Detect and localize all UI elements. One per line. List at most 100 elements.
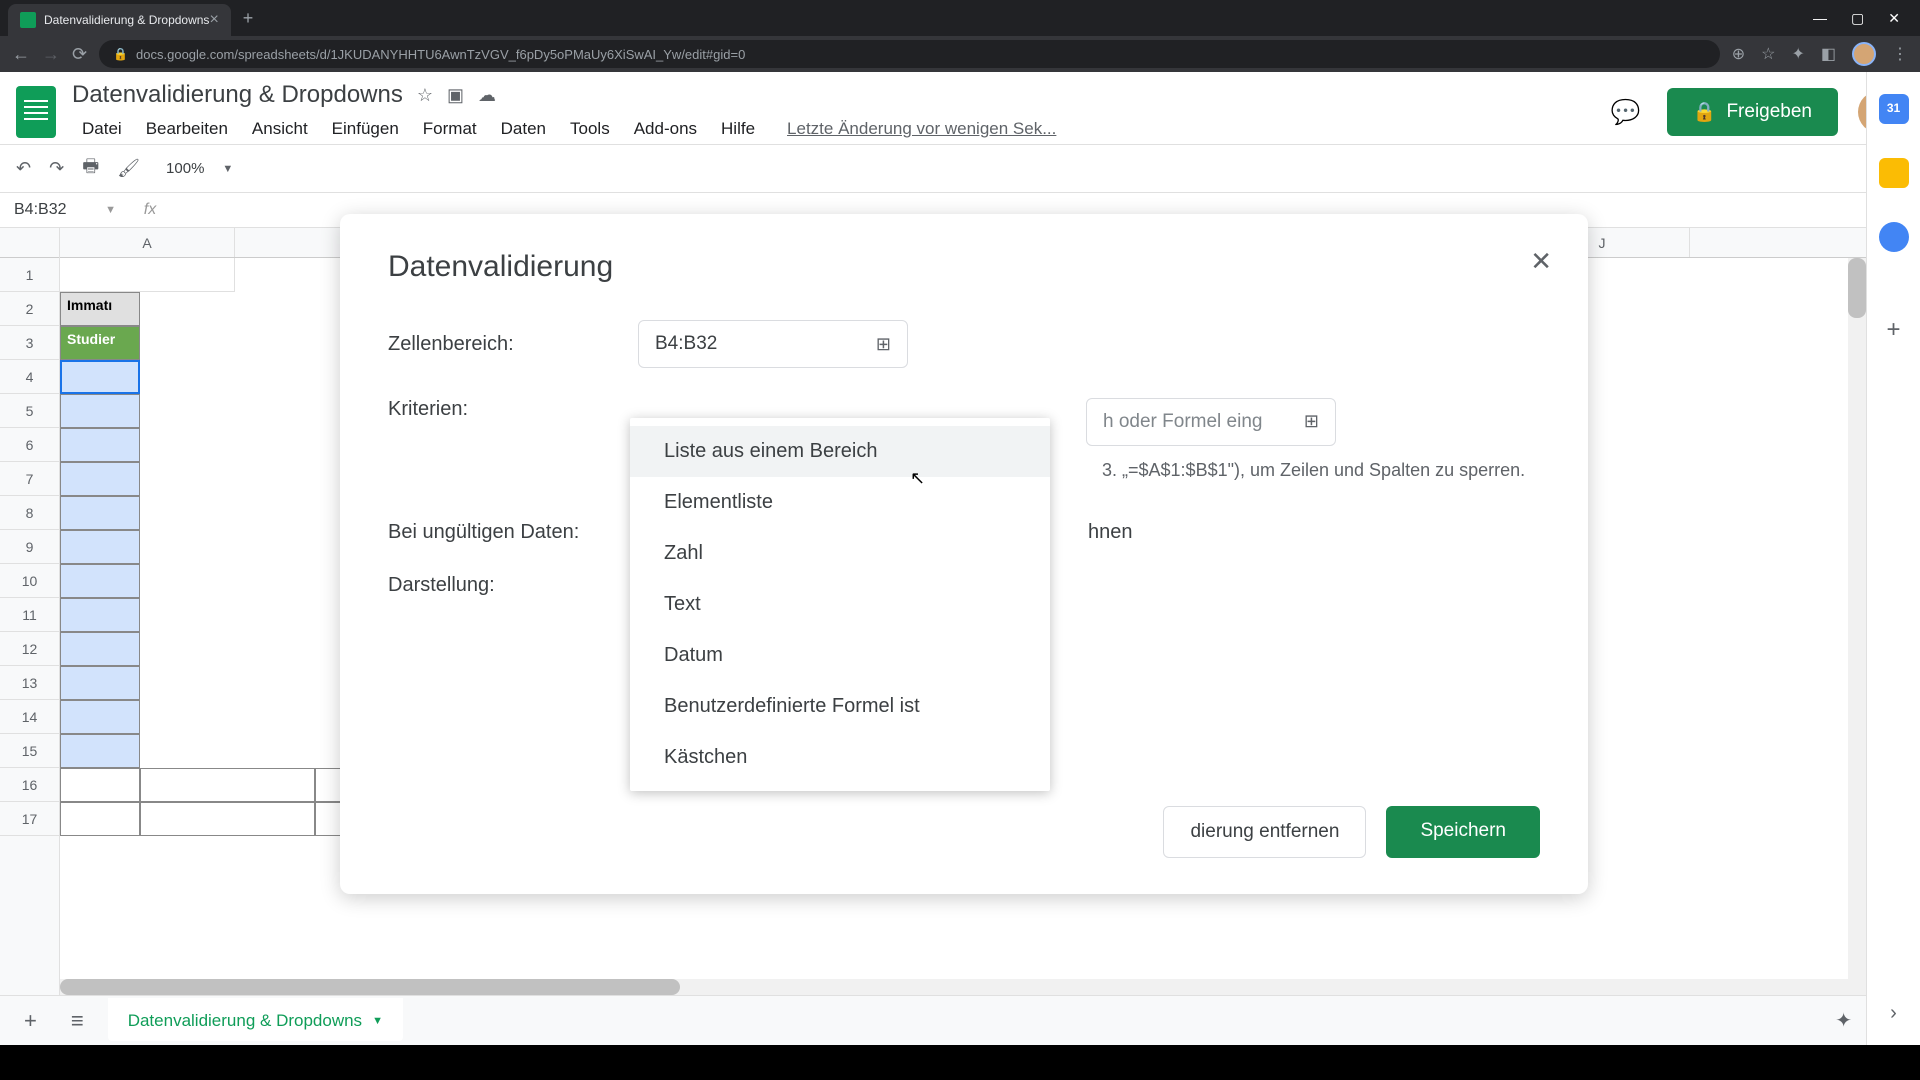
grid-select-icon[interactable]: ⊞ bbox=[1304, 411, 1319, 433]
menu-tools[interactable]: Tools bbox=[560, 115, 620, 143]
name-box[interactable]: B4:B32 ▼ bbox=[0, 201, 130, 219]
profile-avatar-small[interactable] bbox=[1852, 42, 1876, 66]
menu-format[interactable]: Format bbox=[413, 115, 487, 143]
dropdown-item-date[interactable]: Datum bbox=[630, 630, 1050, 681]
cell[interactable] bbox=[60, 768, 140, 802]
dropdown-item-list-range[interactable]: Liste aus einem Bereich bbox=[630, 426, 1050, 477]
vertical-scrollbar[interactable] bbox=[1848, 258, 1866, 979]
cell[interactable] bbox=[140, 802, 315, 836]
dropdown-item-formula[interactable]: Benutzerdefinierte Formel ist bbox=[630, 681, 1050, 732]
window-close-icon[interactable]: ✕ bbox=[1888, 10, 1900, 27]
remove-validation-button[interactable]: dierung entfernen bbox=[1163, 806, 1366, 858]
paint-format-icon[interactable]: 🖌 bbox=[117, 158, 140, 179]
row-header[interactable]: 1 bbox=[0, 258, 59, 292]
cell[interactable] bbox=[60, 734, 140, 768]
tab-close-icon[interactable]: × bbox=[209, 11, 218, 29]
new-tab-button[interactable]: + bbox=[243, 8, 254, 29]
close-icon[interactable]: ✕ bbox=[1530, 246, 1552, 277]
grid-select-icon[interactable]: ⊞ bbox=[876, 334, 891, 355]
cell[interactable] bbox=[60, 428, 140, 462]
row-header[interactable]: 15 bbox=[0, 734, 59, 768]
dropdown-item-text[interactable]: Text bbox=[630, 579, 1050, 630]
zoom-chevron-icon[interactable]: ▼ bbox=[222, 163, 233, 175]
sheet-tab-active[interactable]: Datenvalidierung & Dropdowns ▼ bbox=[108, 998, 403, 1041]
menu-file[interactable]: Datei bbox=[72, 115, 132, 143]
menu-help[interactable]: Hilfe bbox=[711, 115, 765, 143]
cell[interactable] bbox=[60, 802, 140, 836]
calendar-icon[interactable] bbox=[1879, 94, 1909, 124]
dropdown-item-list-items[interactable]: Elementliste bbox=[630, 477, 1050, 528]
col-header[interactable]: A bbox=[60, 228, 235, 257]
bookmark-icon[interactable]: ☆ bbox=[1761, 44, 1775, 64]
extension-icon[interactable]: ◧ bbox=[1821, 44, 1836, 64]
undo-icon[interactable]: ↶ bbox=[16, 158, 31, 179]
expand-panel-icon[interactable]: › bbox=[1890, 1002, 1897, 1025]
zoom-icon[interactable]: ⊕ bbox=[1732, 44, 1745, 64]
cell-range-input[interactable]: B4:B32 ⊞ bbox=[638, 320, 908, 368]
cell-a3[interactable]: Studier bbox=[60, 326, 140, 360]
sheets-logo-icon[interactable] bbox=[10, 76, 62, 148]
window-maximize-icon[interactable]: ▢ bbox=[1851, 10, 1864, 27]
explore-icon[interactable]: ✦ bbox=[1835, 1008, 1852, 1033]
cell-b4-selected[interactable] bbox=[60, 360, 140, 394]
menu-view[interactable]: Ansicht bbox=[242, 115, 318, 143]
horizontal-scrollbar[interactable] bbox=[60, 979, 1866, 995]
menu-edit[interactable]: Bearbeiten bbox=[136, 115, 238, 143]
last-edit-link[interactable]: Letzte Änderung vor wenigen Sek... bbox=[777, 115, 1066, 143]
row-header[interactable]: 11 bbox=[0, 598, 59, 632]
comments-icon[interactable]: 💬 bbox=[1605, 91, 1647, 133]
redo-icon[interactable]: ↷ bbox=[49, 158, 64, 179]
cell[interactable] bbox=[60, 632, 140, 666]
row-header[interactable]: 17 bbox=[0, 802, 59, 836]
nav-forward-icon[interactable]: → bbox=[42, 44, 60, 65]
window-minimize-icon[interactable]: — bbox=[1813, 10, 1827, 27]
save-button[interactable]: Speichern bbox=[1386, 806, 1540, 858]
menu-addons[interactable]: Add-ons bbox=[624, 115, 707, 143]
cell[interactable] bbox=[60, 598, 140, 632]
zoom-select[interactable]: 100% bbox=[166, 160, 204, 177]
cell[interactable] bbox=[60, 462, 140, 496]
tasks-icon[interactable] bbox=[1879, 222, 1909, 252]
select-all-cell[interactable] bbox=[0, 228, 59, 258]
cell[interactable] bbox=[60, 564, 140, 598]
row-header[interactable]: 14 bbox=[0, 700, 59, 734]
row-header[interactable]: 7 bbox=[0, 462, 59, 496]
row-header[interactable]: 4 bbox=[0, 360, 59, 394]
browser-menu-icon[interactable]: ⋮ bbox=[1892, 44, 1908, 64]
cancel-button[interactable] bbox=[1086, 806, 1143, 858]
share-button[interactable]: 🔒 Freigeben bbox=[1667, 88, 1838, 136]
keep-icon[interactable] bbox=[1879, 158, 1909, 188]
add-sheet-button[interactable]: + bbox=[14, 1002, 47, 1040]
dropdown-item-checkbox[interactable]: Kästchen bbox=[630, 732, 1050, 783]
cell-a2[interactable]: Immatı bbox=[60, 292, 140, 326]
cell[interactable] bbox=[60, 258, 235, 292]
row-header[interactable]: 16 bbox=[0, 768, 59, 802]
menu-insert[interactable]: Einfügen bbox=[322, 115, 409, 143]
nav-back-icon[interactable]: ← bbox=[12, 44, 30, 65]
row-header[interactable]: 8 bbox=[0, 496, 59, 530]
cloud-status-icon[interactable]: ☁ bbox=[478, 85, 496, 106]
dropdown-item-number[interactable]: Zahl bbox=[630, 528, 1050, 579]
cell[interactable] bbox=[60, 700, 140, 734]
browser-tab[interactable]: Datenvalidierung & Dropdowns × bbox=[8, 4, 231, 36]
extensions-icon[interactable]: ✦ bbox=[1791, 44, 1804, 64]
add-addon-icon[interactable]: + bbox=[1886, 316, 1900, 344]
row-header[interactable]: 10 bbox=[0, 564, 59, 598]
cell[interactable] bbox=[140, 768, 315, 802]
criteria-range-input[interactable]: h oder Formel eing ⊞ bbox=[1086, 398, 1336, 446]
row-header[interactable]: 3 bbox=[0, 326, 59, 360]
print-icon[interactable]: 🖶 bbox=[82, 154, 99, 184]
address-bar[interactable]: 🔒 docs.google.com/spreadsheets/d/1JKUDAN… bbox=[99, 40, 1720, 68]
cell[interactable] bbox=[60, 496, 140, 530]
document-title[interactable]: Datenvalidierung & Dropdowns bbox=[72, 81, 403, 109]
cell[interactable] bbox=[60, 530, 140, 564]
all-sheets-icon[interactable]: ≡ bbox=[61, 1002, 94, 1040]
row-header[interactable]: 9 bbox=[0, 530, 59, 564]
cell[interactable] bbox=[60, 394, 140, 428]
row-header[interactable]: 5 bbox=[0, 394, 59, 428]
menu-data[interactable]: Daten bbox=[491, 115, 556, 143]
cell[interactable] bbox=[60, 666, 140, 700]
star-icon[interactable]: ☆ bbox=[417, 85, 433, 106]
row-header[interactable]: 12 bbox=[0, 632, 59, 666]
nav-reload-icon[interactable]: ⟳ bbox=[72, 44, 87, 65]
